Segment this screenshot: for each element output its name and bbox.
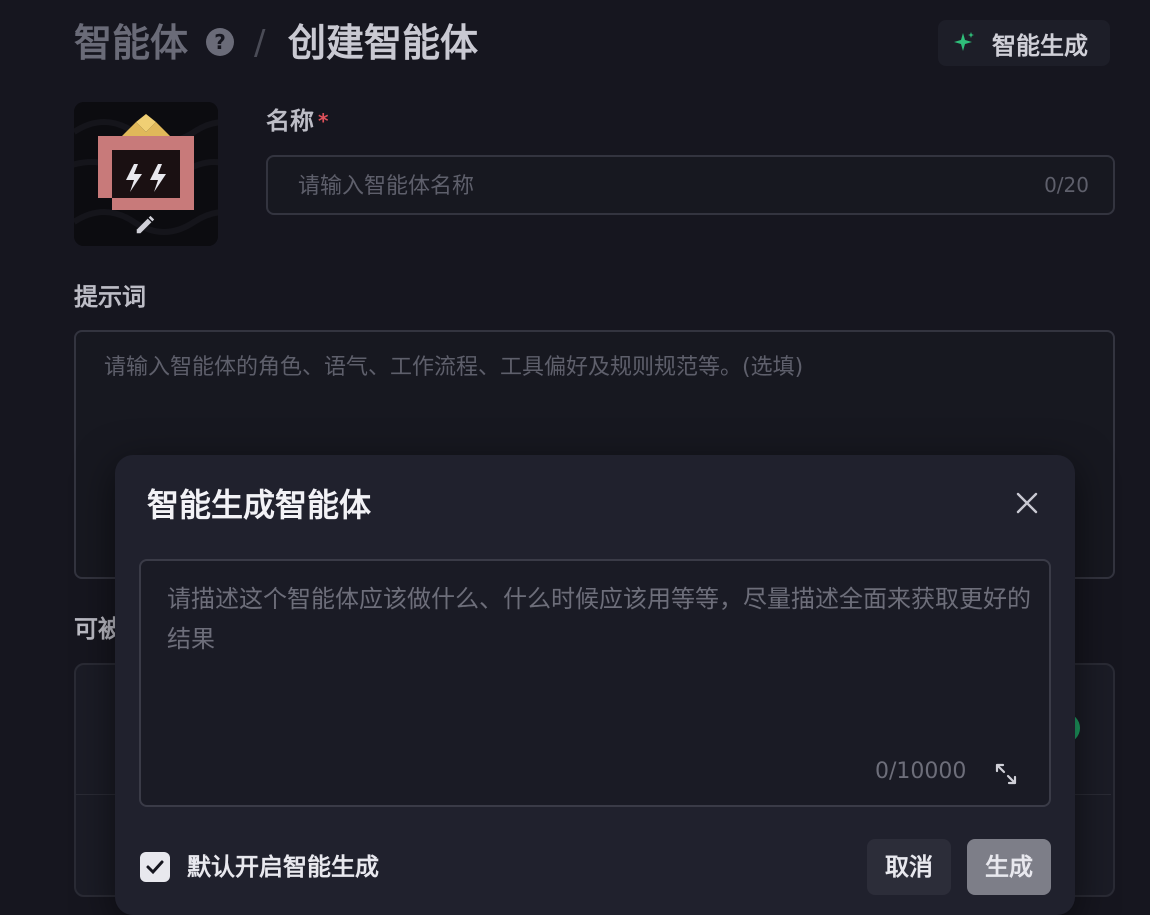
cancel-button[interactable]: 取消 [867,839,951,895]
name-field[interactable]: 0/20 [266,155,1115,215]
required-mark: * [318,109,329,133]
breadcrumb-root[interactable]: 智能体 [74,18,188,68]
prompt-label: 提示词 [74,283,146,311]
modal-title: 智能生成智能体 [147,486,372,524]
page-title: 创建智能体 [288,21,479,65]
ai-generate-modal: 智能生成智能体 0/10000 默认开启智能生成 取消 生成 [115,455,1075,915]
expand-icon[interactable] [993,761,1019,787]
ai-generate-label: 智能生成 [992,31,1088,60]
name-label: 名称 * [266,104,328,138]
edit-pencil-icon[interactable] [134,214,156,236]
generate-button[interactable]: 生成 [967,839,1051,895]
agent-avatar[interactable] [74,102,218,246]
create-agent-page: 智能体 ? / 创建智能体 智能生成 名称 * 请输入智能体名称 0/20 提示… [0,0,1150,915]
name-label-text: 名称 [266,107,314,135]
close-icon[interactable] [1013,489,1041,517]
help-circle-icon[interactable]: ? [206,28,234,56]
checkbox-label: 默认开启智能生成 [187,853,379,881]
ai-generate-button[interactable]: 智能生成 [938,20,1110,66]
description-char-counter: 0/10000 [875,759,967,784]
check-icon [146,860,164,875]
default-ai-generate-checkbox[interactable] [140,852,170,882]
name-char-counter: 0/20 [1044,173,1089,197]
breadcrumb-separator: / [254,23,266,63]
name-input[interactable] [296,157,1000,215]
sparkle-icon [954,32,974,51]
description-textarea[interactable] [165,577,1037,741]
description-field[interactable]: 0/10000 [139,559,1051,807]
